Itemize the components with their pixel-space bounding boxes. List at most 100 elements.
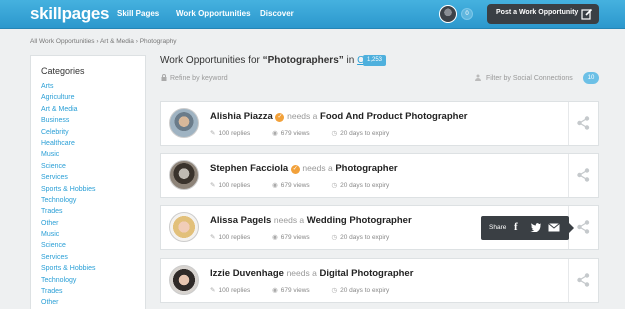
category-link[interactable]: Sports & Hobbies [41,263,95,274]
replies-count: 100 replies [218,234,251,241]
nav-skill-pages[interactable]: Skill Pages [117,9,159,18]
filter-social-connections[interactable]: Filter by Social Connections [475,74,573,82]
share-icon [577,273,590,287]
views-count: 679 views [280,234,310,241]
category-link[interactable]: Other [41,297,95,308]
notification-badge[interactable]: 0 [461,8,473,20]
share-button[interactable] [568,259,598,302]
needs-text: needs a [286,268,317,278]
category-link[interactable]: Services [41,252,95,263]
refine-by-keyword[interactable]: Refine by keyword [161,74,228,82]
lock-icon [161,74,167,81]
post-work-opportunity-button[interactable]: Post a Work Opportunity [487,4,599,24]
replies-count: 100 replies [218,130,251,137]
page-title: Work Opportunities for “Photographers” i… [160,55,371,66]
opportunity-headline: Alishia Piazza ✓ needs a Food And Produc… [210,111,467,122]
category-link[interactable]: Arts [41,81,95,92]
replies-count: 100 replies [218,182,251,189]
people-icon [475,74,481,81]
title-in: in [343,55,358,66]
avatar[interactable] [169,212,199,242]
category-link[interactable]: Science [41,161,95,172]
category-link[interactable]: Other [41,218,95,229]
category-link[interactable]: Music [41,149,95,160]
clock-icon: ◷ [331,130,338,137]
twitter-icon[interactable] [530,222,542,232]
role-title[interactable]: Food And Product Photographer [320,111,467,122]
opportunity-card[interactable]: Stephen Facciola ✓ needs a Photographer … [160,153,599,198]
needs-text: needs a [273,215,305,225]
share-button[interactable] [568,102,598,145]
categories-sidebar: Categories Arts Agriculture Art & Media … [30,55,146,309]
edit-icon [581,8,593,20]
verified-icon: ✓ [290,165,300,174]
category-link[interactable]: Services [41,172,95,183]
user-avatar[interactable] [439,5,457,23]
opportunity-headline: Stephen Facciola ✓ needs a Photographer [210,163,398,174]
post-button-label: Post a Work Opportunity [496,9,579,16]
needs-text: needs a [302,163,333,173]
clock-icon: ◷ [331,234,338,241]
expiry-text: 20 days to expiry [340,287,390,294]
category-link[interactable]: Art & Media [41,104,95,115]
needs-text: needs a [287,111,318,121]
category-link[interactable]: Science [41,240,95,251]
role-title[interactable]: Photographer [335,163,397,174]
opportunity-headline: Alissa Pagels needs a Wedding Photograph… [210,215,412,226]
category-link[interactable]: Sports & Hobbies [41,184,95,195]
views-icon: ◉ [272,287,278,294]
views-icon: ◉ [272,130,278,137]
nav-discover[interactable]: Discover [260,9,294,18]
share-label: Share [489,224,507,231]
category-link[interactable]: Business [41,115,95,126]
categories-heading: Categories [41,66,85,76]
category-link[interactable]: Trades [41,286,95,297]
top-bar: skillpages Skill Pages Work Opportunitie… [0,0,625,29]
email-icon[interactable] [548,223,560,232]
title-term: “Photographers” [262,55,344,66]
category-link[interactable]: Music [41,229,95,240]
clock-icon: ◷ [331,287,338,294]
avatar[interactable] [169,108,199,138]
poster-name[interactable]: Alissa Pagels [210,215,271,226]
refine-label: Refine by keyword [170,75,228,82]
role-title[interactable]: Wedding Photographer [307,215,412,226]
avatar[interactable] [169,160,199,190]
logo[interactable]: skillpages [30,4,110,24]
views-icon: ◉ [272,182,278,189]
avatar[interactable] [169,265,199,295]
category-link[interactable]: Healthcare [41,138,95,149]
views-count: 679 views [280,287,310,294]
share-icon [577,220,590,234]
category-link[interactable]: Agriculture [41,92,95,103]
category-link[interactable]: Technology [41,275,95,286]
filter-label: Filter by Social Connections [486,75,573,82]
replies-icon: ✎ [210,287,216,294]
replies-icon: ✎ [210,182,216,189]
opportunity-card[interactable]: Alishia Piazza ✓ needs a Food And Produc… [160,101,599,146]
category-link[interactable]: Celebrity [41,127,95,138]
expiry-text: 20 days to expiry [340,182,390,189]
opportunity-headline: Izzie Duvenhage needs a Digital Photogra… [210,268,413,279]
poster-name[interactable]: Izzie Duvenhage [210,268,284,279]
poster-name[interactable]: Alishia Piazza [210,111,273,122]
category-list: Arts Agriculture Art & Media Business Ce… [41,81,95,309]
nav-work-opportunities[interactable]: Work Opportunities [176,9,251,18]
opportunity-card[interactable]: Izzie Duvenhage needs a Digital Photogra… [160,258,599,303]
replies-icon: ✎ [210,130,216,137]
breadcrumb[interactable]: All Work Opportunities › Art & Media › P… [30,38,177,45]
role-title[interactable]: Digital Photographer [319,268,413,279]
views-count: 679 views [280,182,310,189]
category-link[interactable]: Trades [41,206,95,217]
opportunity-meta: ✎ 100 replies ◉ 679 views ◷ 20 days to expi… [210,129,409,137]
result-count-badge: 1,253 [363,55,387,66]
views-count: 679 views [280,130,310,137]
poster-name[interactable]: Stephen Facciola [210,163,288,174]
facebook-icon[interactable]: f [514,221,518,233]
filter-count-badge[interactable]: 10 [583,72,599,84]
opportunity-meta: ✎ 100 replies ◉ 679 views ◷ 20 days to expi… [210,233,409,241]
share-popup: Share f [481,216,574,240]
category-link[interactable]: Technology [41,195,95,206]
share-button[interactable] [568,154,598,197]
opportunity-meta: ✎ 100 replies ◉ 679 views ◷ 20 days to expi… [210,286,409,294]
